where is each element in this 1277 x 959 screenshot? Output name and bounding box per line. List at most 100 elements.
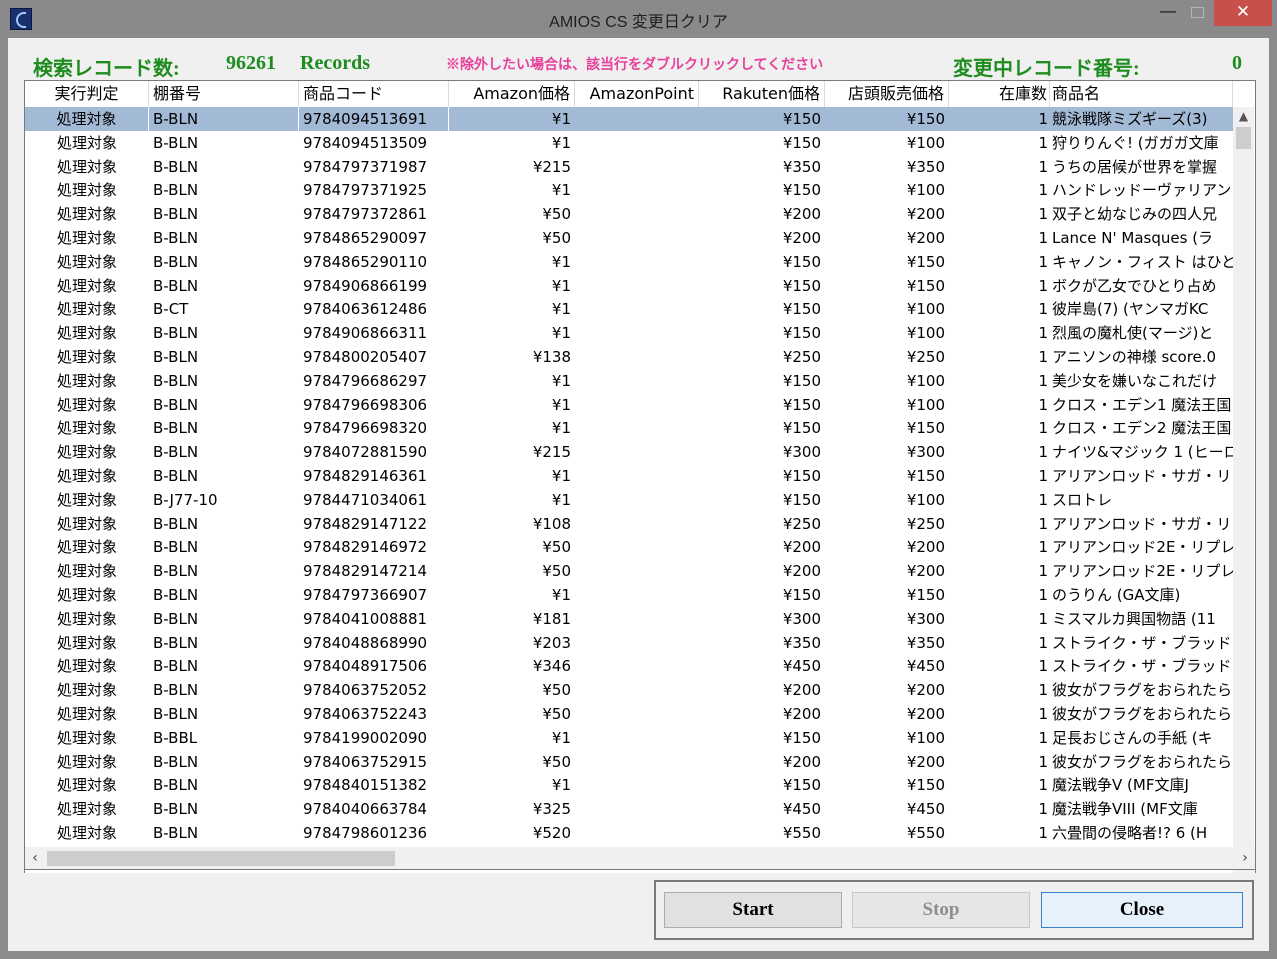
table-cell: 9784798601236 — [303, 824, 428, 842]
table-row[interactable]: 処理対象 B-BLN 9784094513691 ¥1 ¥150 ¥150 1 競泳戦隊ミズギ… — [25, 107, 1233, 131]
table-cell: ¥138 — [532, 348, 571, 366]
table-cell — [575, 226, 699, 250]
table-cell: 1 — [1038, 181, 1048, 200]
horizontal-scroll-thumb[interactable] — [47, 851, 395, 866]
table-cell: 9784063752915 — [303, 752, 428, 771]
table-row[interactable]: 処理対象 B-BLN 9784048917506 ¥346 ¥450 ¥450 1 ストライク… — [25, 654, 1233, 678]
changing-record-label: 変更中レコード番号: — [953, 58, 1140, 80]
table-cell: 処理対象 — [56, 443, 117, 462]
table-cell: ¥150 — [906, 586, 945, 604]
table-row[interactable]: 処理対象 B-BLN 9784041008881 ¥181 ¥300 ¥300 1 ミスマルカ… — [25, 607, 1233, 631]
table-cell: ¥181 — [532, 609, 571, 628]
table-cell: アリアンロッド・サガ・リプレ — [1052, 467, 1233, 485]
table-cell: 9784041008881 — [303, 609, 428, 628]
table-cell: ¥450 — [906, 657, 945, 676]
records-grid[interactable]: 実行判定 棚番号 商品コード Amazon価格 AmazonPoint Rakuten価格… — [24, 80, 1256, 873]
column-header[interactable]: Rakuten価格 — [699, 81, 825, 107]
horizontal-scrollbar[interactable]: ‹ › — [24, 847, 1256, 870]
table-cell: ¥50 — [542, 752, 571, 771]
table-row[interactable]: 処理対象 B-BLN 9784063752915 ¥50 ¥200 ¥200 1 彼女がフラグ… — [25, 750, 1233, 774]
column-header[interactable]: 棚番号 — [149, 81, 299, 107]
window-close-button[interactable]: ✕ — [1214, 0, 1272, 26]
table-row[interactable]: 処理対象 B-BLN 9784906866199 ¥1 ¥150 ¥150 1 ボクが乙女でひ… — [25, 274, 1233, 298]
table-row[interactable]: 処理対象 B-BLN 9784040663784 ¥325 ¥450 ¥450 1 魔法戦争V… — [25, 797, 1233, 821]
table-cell: B-BLN — [153, 776, 199, 795]
column-header[interactable]: 店頭販売価格 — [825, 81, 949, 107]
table-row[interactable]: 処理対象 B-BLN 9784796698320 ¥1 ¥150 ¥150 1 クロス・エデン… — [25, 416, 1233, 440]
table-row[interactable]: 処理対象 B-BLN 9784797372861 ¥50 ¥200 ¥200 1 双子と幼なじ… — [25, 202, 1233, 226]
table-row[interactable]: 処理対象 B-BLN 9784800205407 ¥138 ¥250 ¥250 1 アニソンの… — [25, 345, 1233, 369]
table-row[interactable]: 処理対象 B-BLN 9784048868990 ¥203 ¥350 ¥350 1 ストライク… — [25, 631, 1233, 655]
stop-button[interactable]: Stop — [852, 892, 1030, 928]
table-row[interactable]: 処理対象 B-BLN 9784796686297 ¥1 ¥150 ¥100 1 美少女を嫌いな… — [25, 369, 1233, 393]
table-cell: B-BLN — [153, 681, 199, 700]
start-button[interactable]: Start — [664, 892, 842, 928]
table-row[interactable]: 処理対象 B-CT 9784063612486 ¥1 ¥150 ¥100 1 彼岸島(7) (… — [25, 297, 1233, 321]
table-cell: ¥150 — [906, 776, 945, 795]
table-cell: 9784063612486 — [303, 300, 428, 319]
table-cell: 処理対象 — [56, 538, 117, 557]
table-cell: 1 — [1038, 395, 1048, 414]
table-cell: B-BLN — [153, 395, 199, 414]
column-header[interactable]: Amazon価格 — [449, 81, 575, 107]
table-row[interactable]: 処理対象 B-BLN 9784063752243 ¥50 ¥200 ¥200 1 彼女がフラグ… — [25, 702, 1233, 726]
table-row[interactable]: 処理対象 B-BLN 9784865290110 ¥1 ¥150 ¥150 1 キャノン・フィ… — [25, 250, 1233, 274]
column-header[interactable]: 在庫数 — [949, 81, 1050, 107]
table-row[interactable]: 処理対象 B-BLN 9784797371987 ¥215 ¥350 ¥350 1 うちの居候… — [25, 155, 1233, 179]
table-cell: ¥150 — [782, 371, 821, 390]
maximize-button[interactable] — [1186, 0, 1210, 26]
vertical-scrollbar[interactable]: ▲ ⌄ — [1233, 107, 1254, 873]
table-row[interactable]: 処理対象 B-BLN 9784094513509 ¥1 ¥150 ¥100 1 狩りりんぐ! … — [25, 131, 1233, 155]
close-button[interactable]: Close — [1041, 892, 1243, 928]
table-cell: ¥150 — [782, 324, 821, 343]
table-cell: ¥1 — [551, 586, 571, 604]
table-cell — [575, 297, 699, 321]
client-area: 検索レコード数: 96261 Records ※除外したい場合は、該当行をダブル… — [8, 38, 1269, 951]
table-cell: ¥100 — [906, 324, 945, 343]
table-row[interactable]: 処理対象 B-J77-10 9784471034061 ¥1 ¥150 ¥100 1 スロトレ — [25, 488, 1233, 512]
table-cell: 処理対象 — [56, 776, 117, 795]
vertical-scroll-thumb[interactable] — [1236, 127, 1251, 149]
table-cell: ¥200 — [782, 205, 821, 224]
table-row[interactable]: 処理対象 B-BBL 9784199002090 ¥1 ¥150 ¥100 1 足長おじさんの… — [25, 726, 1233, 750]
table-row[interactable]: 処理対象 B-BLN 9784829147122 ¥108 ¥250 ¥250 1 アリアンロ… — [25, 512, 1233, 536]
minimize-button[interactable]: — — [1150, 0, 1186, 26]
table-cell: ¥150 — [782, 490, 821, 509]
table-row[interactable]: 処理対象 B-BLN 9784797371925 ¥1 ¥150 ¥100 1 ハンドレッドー… — [25, 178, 1233, 202]
table-row[interactable]: 処理対象 B-BLN 9784796698306 ¥1 ¥150 ¥100 1 クロス・エデン… — [25, 393, 1233, 417]
table-cell: ナイツ&マジック 1 (ヒーロ — [1052, 443, 1233, 462]
table-cell: 9784796698306 — [303, 395, 428, 414]
column-header[interactable]: AmazonPoint — [575, 81, 699, 107]
table-cell — [575, 678, 699, 702]
table-row[interactable]: 処理対象 B-BLN 9784798601236 ¥520 ¥550 ¥550 1 六畳間の侵… — [25, 821, 1233, 845]
table-cell: 処理対象 — [56, 586, 117, 604]
table-cell: B-BLN — [153, 824, 199, 842]
column-header[interactable]: 実行判定 — [25, 81, 149, 107]
table-row[interactable]: 処理対象 B-BLN 9784063752052 ¥50 ¥200 ¥200 1 彼女がフラグ… — [25, 678, 1233, 702]
table-row[interactable]: 処理対象 B-BLN 9784829146361 ¥1 ¥150 ¥150 1 アリアンロッド… — [25, 464, 1233, 488]
table-cell: ¥200 — [906, 752, 945, 771]
table-cell: 処理対象 — [56, 205, 117, 224]
title-bar[interactable]: AMIOS CS 変更日クリア — ✕ — [0, 0, 1277, 38]
table-row[interactable]: 処理対象 B-BLN 9784906866311 ¥1 ¥150 ¥100 1 烈風の魔札使(… — [25, 321, 1233, 345]
table-cell: B-BLN — [149, 107, 299, 131]
column-header[interactable]: 商品名 — [1050, 81, 1233, 107]
table-row[interactable]: 処理対象 B-BLN 9784072881590 ¥215 ¥300 ¥300 1 ナイツ&マ… — [25, 440, 1233, 464]
scroll-left-arrow-icon[interactable]: ‹ — [25, 847, 45, 869]
table-row[interactable]: 処理対象 B-BLN 9784797366907 ¥1 ¥150 ¥150 1 のうりん (G… — [25, 583, 1233, 607]
table-row[interactable]: 処理対象 B-BLN 9784840151382 ¥1 ¥150 ¥150 1 魔法戦争V (… — [25, 773, 1233, 797]
table-row[interactable]: 処理対象 B-BLN 9784865290097 ¥50 ¥200 ¥200 1 Lance … — [25, 226, 1233, 250]
table-row[interactable]: 処理対象 B-BLN 9784829147214 ¥50 ¥200 ¥200 1 アリアンロッ… — [25, 559, 1233, 583]
table-cell: クロス・エデン1 魔法王国 — [1052, 395, 1232, 414]
table-cell: 9784094513691 — [299, 107, 449, 131]
table-cell: ¥1 — [551, 776, 571, 795]
table-row[interactable]: 処理対象 B-BLN 9784829146972 ¥50 ¥200 ¥200 1 アリアンロッ… — [25, 535, 1233, 559]
column-header[interactable]: 商品コード — [299, 81, 449, 107]
table-cell: B-BLN — [153, 752, 199, 771]
table-cell — [575, 702, 699, 726]
table-cell: 1 — [1038, 752, 1048, 771]
table-cell: ¥150 — [906, 467, 945, 485]
table-cell: ¥200 — [906, 681, 945, 700]
scroll-right-arrow-icon[interactable]: › — [1235, 847, 1255, 869]
scroll-up-arrow-icon[interactable]: ▲ — [1233, 107, 1254, 125]
